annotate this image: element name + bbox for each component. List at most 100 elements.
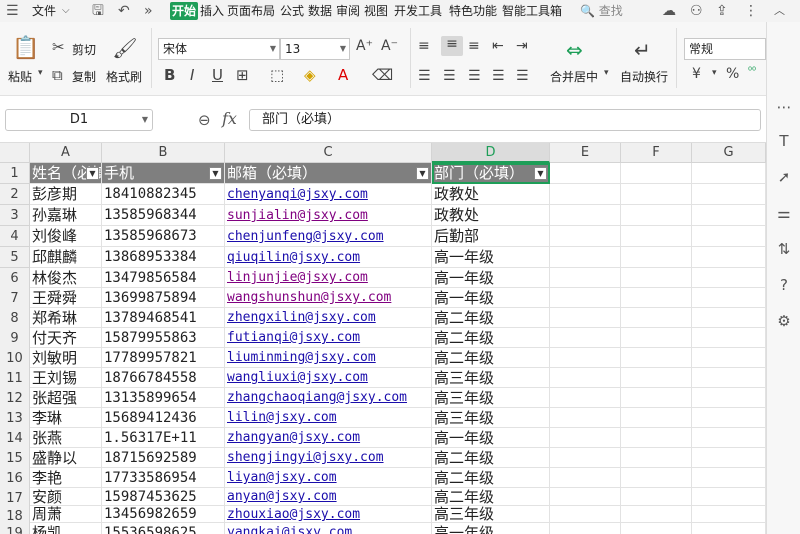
font-size-select[interactable]: 13 ▼ (280, 38, 350, 60)
empty-cell[interactable] (550, 308, 621, 328)
name-cell[interactable]: 刘俊峰 (30, 226, 102, 247)
tab-home[interactable]: 开始 (170, 2, 199, 20)
tab-formula[interactable]: 公式 (280, 2, 304, 20)
filter-dropdown-icon[interactable]: ▼ (86, 167, 99, 180)
phone-cell[interactable]: 13135899654 (102, 388, 225, 408)
share-icon[interactable]: ⇪ (716, 2, 728, 20)
empty-cell[interactable] (550, 428, 621, 448)
email-link[interactable]: chenjunfeng@jsxy.com (225, 226, 432, 247)
email-link[interactable]: lilin@jsxy.com (225, 408, 432, 428)
empty-cell[interactable] (550, 408, 621, 428)
scissors-icon[interactable]: ✂ (52, 38, 65, 56)
font-name-select[interactable]: 宋体 ▼ (158, 38, 280, 60)
email-link[interactable]: chenyanqi@jsxy.com (225, 184, 432, 205)
phone-cell[interactable]: 1.56317E+11 (102, 428, 225, 448)
tab-developer[interactable]: 开发工具 (394, 2, 442, 20)
department-cell[interactable]: 高一年级 (432, 268, 550, 288)
currency-icon[interactable]: ¥ (692, 66, 701, 82)
decimal-icon[interactable]: ⁰⁰ (748, 66, 756, 77)
name-cell[interactable]: 彭彦期 (30, 184, 102, 205)
phone-cell[interactable]: 18766784558 (102, 368, 225, 388)
hamburger-menu-icon[interactable]: ☰ (6, 2, 19, 20)
empty-cell[interactable] (621, 163, 692, 184)
empty-cell[interactable] (550, 348, 621, 368)
filter-dropdown-icon[interactable]: ▼ (534, 167, 547, 180)
sort-icon[interactable]: ⇅ (776, 240, 792, 258)
row-header[interactable]: 9 (0, 328, 30, 349)
save-icon[interactable]: 🖫 (92, 2, 104, 20)
tab-smart-toolbox[interactable]: 智能工具箱 (502, 2, 562, 20)
row-header[interactable]: 11 (0, 368, 30, 389)
phone-cell[interactable]: 13699875894 (102, 288, 225, 308)
tab-view[interactable]: 视图 (364, 2, 388, 20)
row-header[interactable]: 6 (0, 268, 30, 289)
align-middle-icon[interactable]: ≡ (441, 36, 463, 56)
row-header[interactable]: 10 (0, 348, 30, 369)
paste-button[interactable]: 粘贴 (8, 68, 32, 85)
empty-cell[interactable] (550, 247, 621, 268)
font-color-icon[interactable]: A (338, 66, 348, 84)
distributed-align-icon[interactable]: ☰ (516, 68, 529, 84)
empty-cell[interactable] (550, 506, 621, 523)
empty-cell[interactable] (621, 288, 692, 308)
tab-special-features[interactable]: 特色功能 (449, 2, 497, 20)
column-header-e[interactable]: E (550, 143, 621, 163)
empty-cell[interactable] (692, 226, 766, 247)
help-icon[interactable]: ? (776, 276, 792, 294)
align-top-icon[interactable]: ≡ (418, 38, 430, 54)
department-cell[interactable]: 高三年级 (432, 506, 550, 523)
name-box[interactable]: D1 ▼ (5, 109, 153, 131)
empty-cell[interactable] (550, 523, 621, 534)
empty-cell[interactable] (692, 468, 766, 488)
empty-cell[interactable] (550, 388, 621, 408)
empty-cell[interactable] (550, 468, 621, 488)
email-link[interactable]: zhouxiao@jsxy.com (225, 506, 432, 523)
header-phone-cell[interactable]: 手机 ▼ (102, 163, 225, 184)
number-format-select[interactable]: 常规 (684, 38, 766, 60)
tab-insert[interactable]: 插入 (200, 2, 224, 20)
department-cell[interactable]: 高二年级 (432, 448, 550, 468)
row-header[interactable]: 7 (0, 288, 30, 309)
header-email-cell[interactable]: 邮箱（必填） ▼ (225, 163, 432, 184)
empty-cell[interactable] (550, 368, 621, 388)
empty-cell[interactable] (550, 163, 621, 184)
currency-dropdown-icon[interactable]: ▾ (712, 68, 717, 78)
empty-cell[interactable] (550, 268, 621, 288)
empty-cell[interactable] (550, 184, 621, 205)
department-cell[interactable]: 高二年级 (432, 348, 550, 368)
tab-review[interactable]: 审阅 (336, 2, 360, 20)
clear-format-icon[interactable]: ⌫ (372, 66, 393, 84)
email-link[interactable]: linjunjie@jsxy.com (225, 268, 432, 288)
copy-icon[interactable]: ⧉ (52, 66, 63, 84)
settings-icon[interactable]: ⚙ (776, 312, 792, 330)
email-link[interactable]: zhangyan@jsxy.com (225, 428, 432, 448)
more-options-icon[interactable]: ⋮ (744, 2, 758, 20)
empty-cell[interactable] (550, 448, 621, 468)
row-header[interactable]: 15 (0, 448, 30, 469)
department-cell[interactable]: 高二年级 (432, 468, 550, 488)
phone-cell[interactable]: 17789957821 (102, 348, 225, 368)
copy-button[interactable]: 复制 (72, 68, 96, 85)
header-department-cell[interactable]: 部门（必填） ▼ (432, 163, 550, 184)
column-header-b[interactable]: B (102, 143, 225, 163)
email-link[interactable]: zhengxilin@jsxy.com (225, 308, 432, 328)
empty-cell[interactable] (692, 523, 766, 534)
email-link[interactable]: futianqi@jsxy.com (225, 328, 432, 348)
department-cell[interactable]: 高三年级 (432, 408, 550, 428)
tab-page-layout[interactable]: 页面布局 (227, 2, 275, 20)
department-cell[interactable]: 后勤部 (432, 226, 550, 247)
row-header[interactable]: 8 (0, 308, 30, 329)
name-cell[interactable]: 张燕 (30, 428, 102, 448)
empty-cell[interactable] (621, 348, 692, 368)
email-link[interactable]: sunjialin@jsxy.com (225, 205, 432, 226)
cell-style-icon[interactable]: ⬚ (270, 66, 284, 84)
email-link[interactable]: anyan@jsxy.com (225, 488, 432, 506)
merge-center-icon[interactable]: ⇔ (566, 38, 583, 62)
phone-cell[interactable]: 18715692589 (102, 448, 225, 468)
empty-cell[interactable] (621, 328, 692, 348)
column-header-c[interactable]: C (225, 143, 432, 163)
row-header[interactable]: 12 (0, 388, 30, 409)
empty-cell[interactable] (692, 408, 766, 428)
wrap-text-icon[interactable]: ↵ (634, 38, 651, 62)
column-header-a[interactable]: A (30, 143, 102, 163)
